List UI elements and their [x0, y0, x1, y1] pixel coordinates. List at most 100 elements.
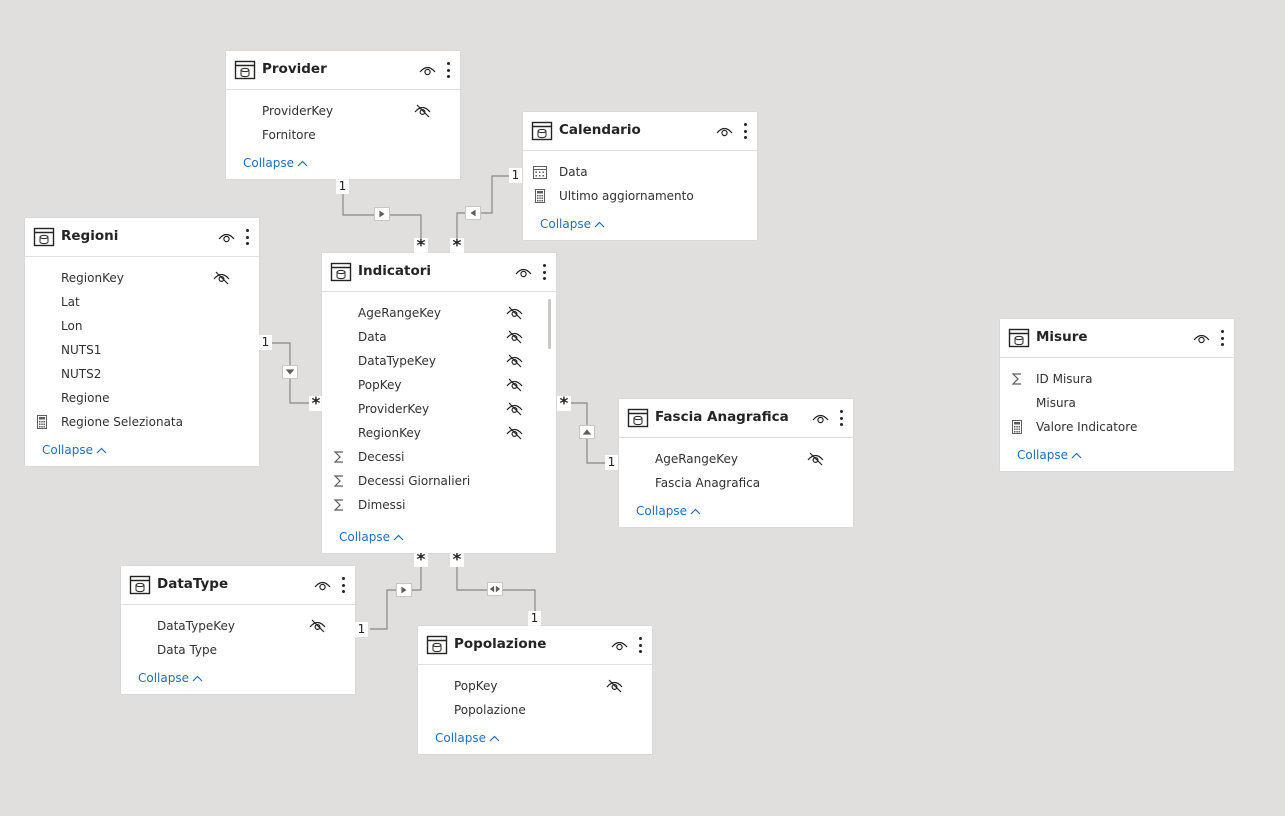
field-row[interactable]: PopKey — [418, 674, 652, 698]
eye-icon[interactable] — [1193, 331, 1210, 345]
table-header[interactable]: Calendario — [523, 112, 757, 151]
filter-direction-right-icon[interactable] — [374, 207, 390, 221]
field-row[interactable]: Lat — [25, 290, 259, 314]
table-card-regioni[interactable]: Regioni RegionKey Lat Lon NUTS1 NUTS2 Re… — [25, 218, 259, 466]
hidden-eye-icon[interactable] — [606, 679, 623, 693]
field-row[interactable]: Popolazione — [418, 698, 652, 722]
field-row[interactable]: Regione Selezionata — [25, 410, 259, 434]
more-options-icon[interactable] — [444, 60, 452, 80]
field-row[interactable]: Decessi — [322, 445, 548, 469]
table-card-calendario[interactable]: Calendario Data Ultimo aggiornamento Col… — [523, 112, 757, 240]
eye-icon[interactable] — [611, 638, 628, 652]
table-header[interactable]: Fascia Anagrafica — [619, 399, 853, 438]
field-row[interactable]: AgeRangeKey — [619, 447, 853, 471]
hidden-eye-icon[interactable] — [506, 402, 523, 416]
hidden-eye-icon[interactable] — [506, 330, 523, 344]
hidden-eye-icon[interactable] — [506, 426, 523, 440]
more-options-icon[interactable] — [339, 575, 347, 595]
field-name: NUTS1 — [61, 343, 102, 357]
field-name: DataTypeKey — [358, 354, 436, 368]
chevron-up-icon — [96, 447, 107, 454]
field-row[interactable]: ID Misura — [1000, 367, 1234, 391]
field-row[interactable]: RegionKey — [25, 266, 259, 290]
hidden-eye-icon[interactable] — [309, 619, 326, 633]
filter-direction-right-icon[interactable] — [396, 583, 412, 597]
field-row[interactable]: Lon — [25, 314, 259, 338]
filter-direction-down-icon[interactable] — [282, 365, 298, 379]
more-options-icon[interactable] — [636, 635, 644, 655]
field-row[interactable]: Data — [322, 325, 548, 349]
table-card-misure[interactable]: Misure ID Misura Misura Valore Indicator… — [1000, 319, 1234, 471]
table-card-popolazione[interactable]: Popolazione PopKey Popolazione Collapse — [418, 626, 652, 754]
collapse-link[interactable]: Collapse — [339, 530, 404, 544]
collapse-link[interactable]: Collapse — [42, 443, 107, 457]
collapse-link[interactable]: Collapse — [1017, 448, 1082, 462]
field-row[interactable]: ProviderKey — [226, 99, 460, 123]
field-name: Decessi Giornalieri — [358, 474, 471, 488]
collapse-link[interactable]: Collapse — [243, 156, 308, 170]
hidden-eye-icon[interactable] — [506, 306, 523, 320]
more-options-icon[interactable] — [741, 121, 749, 141]
field-row[interactable]: ProviderKey — [322, 397, 548, 421]
table-card-fascia-anagrafica[interactable]: Fascia Anagrafica AgeRangeKey Fascia Ana… — [619, 399, 853, 527]
collapse-link[interactable]: Collapse — [540, 217, 605, 231]
hidden-eye-icon[interactable] — [807, 452, 824, 466]
field-row[interactable]: Fornitore — [226, 123, 460, 147]
eye-icon[interactable] — [419, 63, 436, 77]
hidden-eye-icon[interactable] — [213, 271, 230, 285]
collapse-link[interactable]: Collapse — [636, 504, 701, 518]
table-header[interactable]: Misure — [1000, 319, 1234, 358]
field-name: Regione Selezionata — [61, 415, 183, 429]
eye-icon[interactable] — [515, 265, 532, 279]
field-row[interactable]: Data Type — [121, 638, 355, 662]
field-row[interactable]: Valore Indicatore — [1000, 415, 1234, 439]
field-row[interactable]: Ultimo aggiornamento — [523, 184, 757, 208]
field-name: Regione — [61, 391, 110, 405]
eye-icon[interactable] — [812, 411, 829, 425]
eye-icon[interactable] — [218, 230, 235, 244]
field-row[interactable]: RegionKey — [322, 421, 548, 445]
field-name: Lon — [61, 319, 83, 333]
table-card-indicatori[interactable]: Indicatori AgeRangeKey Data DataTypeKey … — [322, 253, 556, 553]
collapse-label: Collapse — [435, 731, 486, 745]
more-options-icon[interactable] — [837, 408, 845, 428]
calculator-icon — [1012, 420, 1022, 434]
more-options-icon[interactable] — [243, 227, 251, 247]
collapse-link[interactable]: Collapse — [138, 671, 203, 685]
collapse-link[interactable]: Collapse — [435, 731, 500, 745]
field-row[interactable]: NUTS1 — [25, 338, 259, 362]
cardinality-many: * — [414, 552, 428, 569]
filter-direction-left-icon[interactable] — [465, 206, 481, 220]
field-row[interactable]: NUTS2 — [25, 362, 259, 386]
field-row[interactable]: Fascia Anagrafica — [619, 471, 853, 495]
eye-icon[interactable] — [716, 124, 733, 138]
table-header[interactable]: DataType — [121, 566, 355, 605]
field-row[interactable]: Regione — [25, 386, 259, 410]
hidden-eye-icon[interactable] — [506, 354, 523, 368]
scrollbar[interactable] — [548, 299, 551, 349]
eye-icon[interactable] — [314, 578, 331, 592]
field-row[interactable]: Misura — [1000, 391, 1234, 415]
field-row[interactable]: Decessi Giornalieri — [322, 469, 548, 493]
field-row[interactable]: Data — [523, 160, 757, 184]
table-header[interactable]: Indicatori — [322, 253, 556, 292]
table-header[interactable]: Regioni — [25, 218, 259, 257]
table-card-datatype[interactable]: DataType DataTypeKey Data Type Collapse — [121, 566, 355, 694]
more-options-icon[interactable] — [540, 262, 548, 282]
hidden-eye-icon[interactable] — [506, 378, 523, 392]
more-options-icon[interactable] — [1218, 328, 1226, 348]
field-row[interactable]: DataTypeKey — [121, 614, 355, 638]
field-row[interactable]: AgeRangeKey — [322, 301, 548, 325]
field-row[interactable]: DataTypeKey — [322, 349, 548, 373]
field-name: Valore Indicatore — [1036, 420, 1138, 434]
table-header[interactable]: Provider — [226, 51, 460, 90]
field-row[interactable]: Dimessi — [322, 493, 548, 517]
hidden-eye-icon[interactable] — [414, 104, 431, 118]
filter-direction-up-icon[interactable] — [579, 425, 595, 439]
sigma-icon — [333, 499, 343, 511]
filter-direction-both-icon[interactable] — [487, 582, 503, 596]
table-card-provider[interactable]: Provider ProviderKey Fornitore Collapse — [226, 51, 460, 179]
field-row[interactable]: PopKey — [322, 373, 548, 397]
chevron-up-icon — [1071, 452, 1082, 459]
table-header[interactable]: Popolazione — [418, 626, 652, 665]
